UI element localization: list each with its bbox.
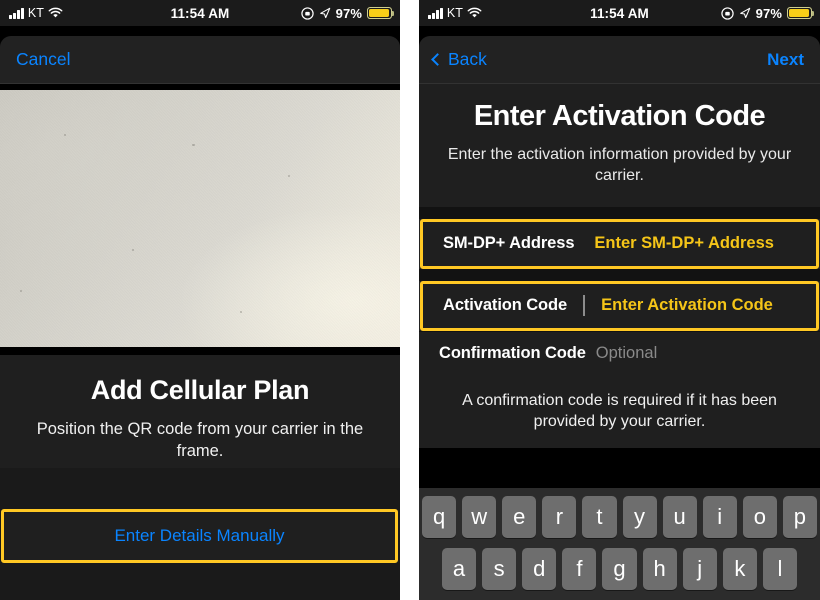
- camera-live-feed: [0, 90, 400, 347]
- text-cursor-caret: [583, 295, 586, 317]
- key-w[interactable]: w: [462, 496, 497, 538]
- key-i[interactable]: i: [702, 496, 737, 538]
- next-button[interactable]: Next: [767, 50, 804, 70]
- left-phone-screen: KT 11:54 AM 97% Cancel Add Cellular Plan…: [0, 0, 400, 600]
- confirmation-code-footer-note: A confirmation code is required if it ha…: [419, 375, 820, 449]
- form-section-gap: [419, 206, 820, 219]
- key-g[interactable]: g: [602, 548, 637, 590]
- wifi-icon: [467, 7, 482, 18]
- form-row-gap: [419, 268, 820, 281]
- key-u[interactable]: u: [662, 496, 697, 538]
- keyboard-row-2: asdfghjkl: [422, 548, 817, 590]
- key-j[interactable]: j: [682, 548, 717, 590]
- battery-low-power-icon: [787, 7, 815, 19]
- rotation-lock-icon: [720, 6, 734, 20]
- signal-bars-icon: [9, 7, 24, 19]
- left-modal-sheet: Cancel Add Cellular Plan Position the QR…: [0, 36, 400, 485]
- carrier-label: KT: [27, 6, 45, 20]
- location-arrow-icon: [319, 7, 330, 19]
- left-status-bar: KT 11:54 AM 97%: [0, 0, 400, 26]
- right-phone-screen: KT 11:54 AM 97% Back Next Enter Activati…: [419, 0, 820, 600]
- key-l[interactable]: l: [762, 548, 797, 590]
- status-bar-right-group: 97%: [720, 5, 815, 21]
- key-y[interactable]: y: [622, 496, 657, 538]
- key-s[interactable]: s: [482, 548, 517, 590]
- sm-dp-address-field[interactable]: SM-DP+ Address Enter SM-DP+ Address: [423, 221, 816, 266]
- right-modal-sheet-stack: Back Next Enter Activation Code Enter th…: [419, 36, 820, 449]
- confirmation-code-label: Confirmation Code: [439, 344, 586, 363]
- battery-percent-label: 97%: [335, 5, 362, 21]
- battery-percent-label: 97%: [755, 5, 782, 21]
- confirmation-code-field[interactable]: Confirmation Code Optional: [419, 331, 820, 376]
- activation-form-body: Enter Activation Code Enter the activati…: [419, 84, 820, 207]
- activation-code-field[interactable]: Activation Code Enter Activation Code: [423, 283, 816, 328]
- activation-code-field-wrapper: Activation Code Enter Activation Code: [419, 280, 820, 331]
- cancel-button[interactable]: Cancel: [16, 49, 70, 70]
- page-title: Enter Activation Code: [473, 100, 766, 132]
- activation-code-input[interactable]: Enter Activation Code: [601, 296, 773, 315]
- key-f[interactable]: f: [562, 548, 597, 590]
- key-t[interactable]: t: [582, 496, 617, 538]
- activation-code-label: Activation Code: [443, 296, 568, 315]
- key-e[interactable]: e: [502, 496, 537, 538]
- sm-dp-address-input[interactable]: Enter SM-DP+ Address: [594, 234, 774, 253]
- location-arrow-icon: [739, 7, 750, 19]
- key-h[interactable]: h: [642, 548, 677, 590]
- left-instructions-block: Add Cellular Plan Position the QR code f…: [0, 355, 400, 485]
- enter-details-manually-button[interactable]: Enter Details Manually: [4, 512, 395, 560]
- key-p[interactable]: p: [782, 496, 817, 538]
- carrier-label: KT: [446, 6, 464, 20]
- right-modal-sheet: Back Next Enter Activation Code Enter th…: [419, 36, 820, 449]
- page-subtitle: Position the QR code from your carrier i…: [36, 420, 364, 461]
- left-nav-bar: Cancel: [0, 36, 400, 84]
- key-o[interactable]: o: [742, 496, 777, 538]
- back-button-label: Back: [448, 49, 487, 69]
- key-d[interactable]: d: [522, 548, 557, 590]
- battery-low-power-icon: [367, 7, 395, 19]
- status-bar-right-group: 97%: [300, 5, 395, 21]
- left-modal-sheet-stack: Cancel Add Cellular Plan Position the QR…: [0, 36, 400, 485]
- key-r[interactable]: r: [542, 496, 577, 538]
- page-subtitle: Enter the activation information provide…: [447, 146, 792, 185]
- back-button[interactable]: Back: [431, 49, 487, 70]
- rotation-lock-icon: [300, 6, 314, 20]
- sm-dp-address-field-wrapper: SM-DP+ Address Enter SM-DP+ Address: [419, 218, 820, 269]
- key-q[interactable]: q: [422, 496, 457, 538]
- confirmation-code-input[interactable]: Optional: [596, 344, 657, 363]
- activation-code-highlight: Activation Code Enter Activation Code: [420, 280, 819, 331]
- activation-header: Enter Activation Code Enter the activati…: [419, 84, 820, 207]
- chevron-left-icon: [431, 53, 444, 66]
- sm-dp-address-highlight: SM-DP+ Address Enter SM-DP+ Address: [420, 218, 819, 269]
- keyboard-row-1: qwertyuiop: [422, 496, 817, 538]
- qr-code-camera-viewfinder[interactable]: [0, 84, 400, 355]
- status-bar-left-group: KT: [9, 6, 63, 20]
- key-a[interactable]: a: [442, 548, 477, 590]
- enter-details-manually-highlight: Enter Details Manually: [1, 509, 398, 563]
- screenshot-stage: KT 11:54 AM 97% Cancel Add Cellular Plan…: [0, 0, 820, 600]
- page-title: Add Cellular Plan: [90, 375, 310, 405]
- signal-bars-icon: [428, 7, 443, 19]
- status-bar-left-group: KT: [428, 6, 482, 20]
- right-nav-bar: Back Next: [419, 36, 820, 84]
- sm-dp-address-label: SM-DP+ Address: [443, 234, 575, 253]
- right-status-bar: KT 11:54 AM 97%: [419, 0, 820, 26]
- key-k[interactable]: k: [722, 548, 757, 590]
- onscreen-keyboard: qwertyuiop asdfghjkl: [419, 488, 820, 600]
- wifi-icon: [48, 7, 63, 18]
